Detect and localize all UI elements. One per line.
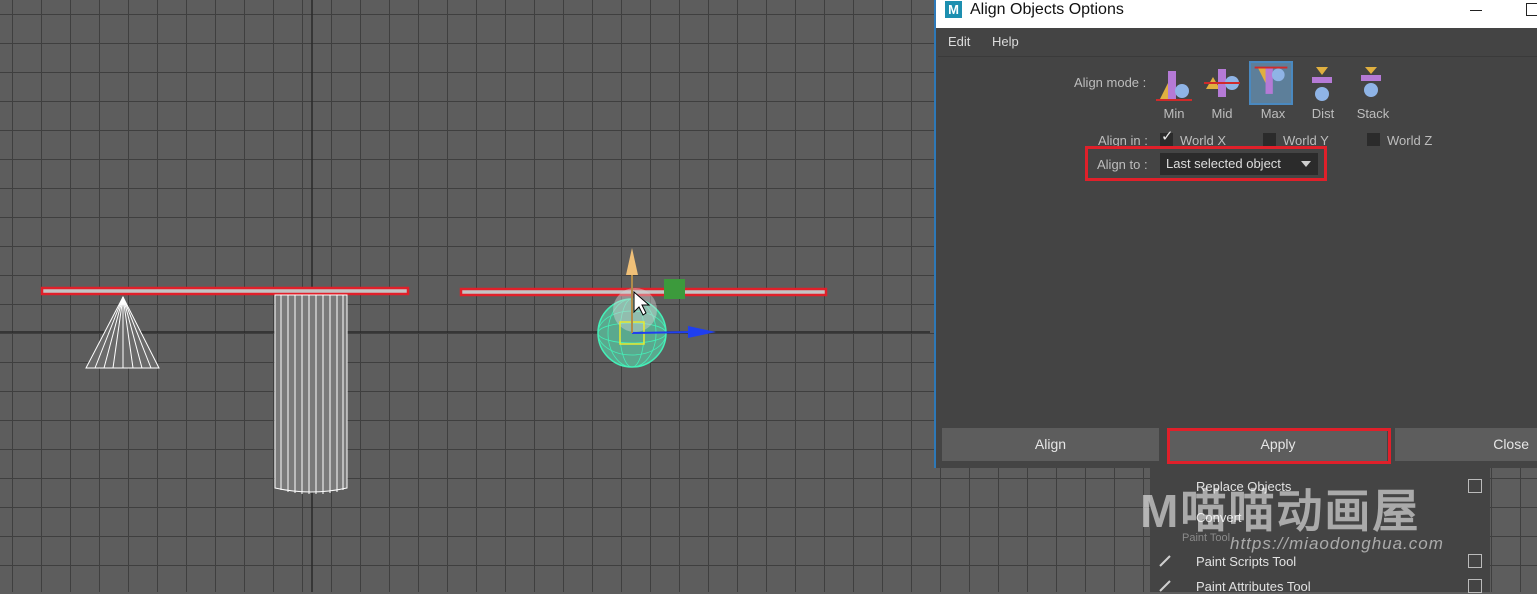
left-plane[interactable] [40,286,410,296]
apply-highlight [1167,428,1391,464]
align-min-label: Min [1163,106,1185,121]
align-stack-icon [1361,67,1381,97]
dialog-menubar: Edit Help [936,30,1537,54]
align-dist-icon [1312,67,1332,101]
align-min-icon [1156,71,1192,101]
align-min-button[interactable] [1152,61,1196,105]
align-max-label: Max [1260,106,1286,121]
maximize-icon[interactable] [1526,3,1537,16]
option-box-icon[interactable] [1468,579,1482,593]
world-x-checkbox[interactable]: ✓ [1160,129,1174,146]
option-box-icon[interactable] [1468,479,1482,493]
align-stack-label: Stack [1356,106,1390,121]
minimize-icon[interactable] [1470,2,1484,16]
align-mid-button[interactable] [1200,61,1244,105]
option-box-icon[interactable] [1468,554,1482,568]
world-z-label: World Z [1387,133,1433,148]
align-mid-label: Mid [1211,106,1233,121]
dialog-title: Align Objects Options [970,1,1124,18]
paint-brush-icon [1159,580,1171,592]
world-y-checkbox[interactable] [1263,133,1276,146]
dialog-titlebar[interactable]: M Align Objects Options [936,0,1537,28]
menu-item-paint-scripts-tool[interactable]: Paint Scripts Tool [1196,554,1296,569]
align-mode-label: Align mode : [1074,75,1147,90]
align-button[interactable]: Align [942,428,1159,461]
cylinder-object[interactable] [274,294,348,494]
watermark-url: https://miaodonghua.com [1230,534,1444,553]
dialog-footer: Align Apply Close [936,422,1537,468]
checkmark-icon: ✓ [1161,128,1174,145]
align-objects-dialog: M Align Objects Options Edit Help Align … [934,0,1537,468]
maya-logo-icon: M [945,1,962,18]
align-max-button[interactable] [1249,61,1293,105]
dialog-content: Align mode : Min Mid Max Dist Stack Alig… [938,56,1537,421]
close-button[interactable]: Close [1395,428,1537,461]
world-z-checkbox[interactable] [1367,133,1380,146]
watermark-text: M喵喵动画屋 [1140,485,1421,537]
menu-help[interactable]: Help [992,34,1019,49]
align-mid-icon [1204,69,1240,97]
paint-brush-icon [1159,555,1171,567]
align-dist-label: Dist [1311,106,1335,121]
watermark-logo: M喵喵动画屋 https://miaodonghua.com [1140,485,1443,553]
align-stack-button[interactable] [1349,61,1393,105]
align-max-icon [1254,66,1288,94]
align-dist-button[interactable] [1300,61,1344,105]
menu-edit[interactable]: Edit [948,34,970,49]
align-to-highlight [1085,146,1327,181]
